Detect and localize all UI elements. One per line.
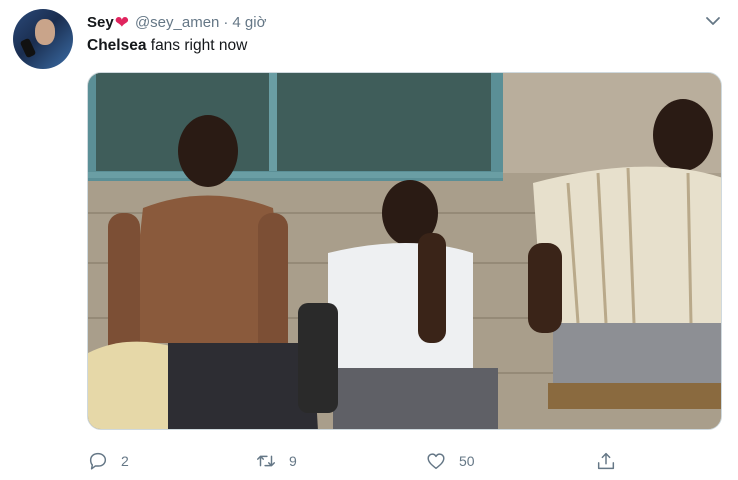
- share-button[interactable]: [595, 448, 629, 474]
- tweet-timestamp[interactable]: 4 giờ: [232, 14, 266, 31]
- avatar-microphone: [19, 37, 37, 59]
- tweet-media-photo[interactable]: [87, 72, 722, 430]
- share-icon: [597, 452, 615, 470]
- avatar[interactable]: [13, 9, 73, 69]
- avatar-face: [35, 19, 55, 45]
- retweet-count: 9: [289, 453, 297, 469]
- tweet-text-rest: fans right now: [146, 37, 248, 54]
- reply-count: 2: [121, 453, 129, 469]
- photo-illustration: [88, 73, 721, 429]
- like-count: 50: [459, 453, 475, 469]
- user-handle[interactable]: @sey_amen: [135, 14, 219, 31]
- reply-icon: [89, 452, 107, 470]
- heart-emoji-icon: ❤: [114, 12, 129, 32]
- reply-button[interactable]: 2: [87, 448, 129, 474]
- retweet-button[interactable]: 9: [255, 448, 297, 474]
- like-button[interactable]: 50: [425, 448, 475, 474]
- like-icon: [427, 453, 445, 470]
- separator-dot: ·: [223, 13, 229, 31]
- tweet-header: Sey ❤ @sey_amen · 4 giờ: [87, 12, 266, 32]
- tweet-text-bold: Chelsea: [87, 37, 147, 54]
- chevron-down-icon[interactable]: [705, 14, 721, 28]
- tweet-text: Chelsea fans right now: [87, 37, 247, 55]
- display-name[interactable]: Sey: [87, 14, 114, 31]
- tweet[interactable]: Sey ❤ @sey_amen · 4 giờ Chelsea fans rig…: [0, 0, 738, 480]
- tweet-actions: 2 9 50: [87, 448, 727, 474]
- retweet-icon: [257, 455, 275, 467]
